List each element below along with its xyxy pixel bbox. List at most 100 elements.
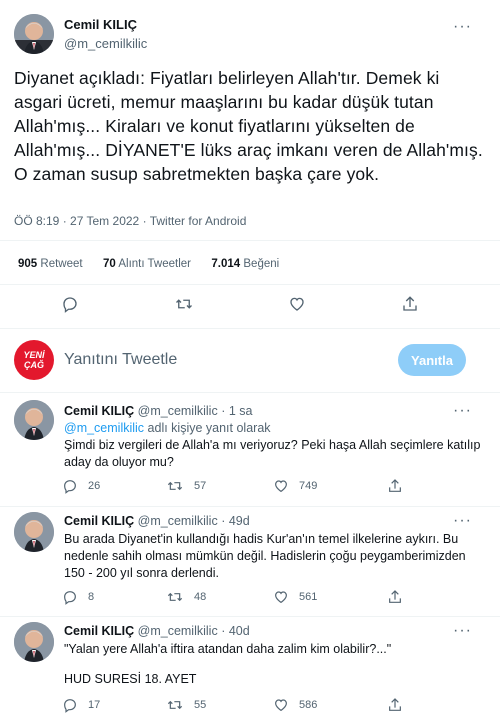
tweet-date[interactable]: 27 Tem 2022 bbox=[70, 214, 139, 228]
heart-icon bbox=[290, 297, 304, 311]
retweet-count: 48 bbox=[194, 591, 207, 603]
reply-count: 17 bbox=[88, 699, 101, 711]
retweet-icon bbox=[167, 592, 183, 602]
author-handle[interactable]: @m_cemilkilic bbox=[64, 36, 147, 51]
reply-author-handle[interactable]: @m_cemilkilic bbox=[138, 514, 218, 528]
reply-action-reply[interactable]: 26 bbox=[62, 478, 100, 494]
reply-action-reply[interactable]: 8 bbox=[62, 589, 94, 605]
divider bbox=[0, 616, 500, 617]
retweet-count: 905 bbox=[18, 258, 38, 270]
more-options-icon[interactable]: ··· bbox=[453, 403, 472, 419]
reply-text-verse: HUD SURESİ 18. AYET bbox=[64, 672, 197, 686]
reply-header: Cemil KILIÇ @m_cemilkilic · 40d bbox=[64, 624, 250, 638]
reply-input[interactable]: Yanıtını Tweetle bbox=[64, 351, 384, 369]
share-button[interactable] bbox=[398, 292, 422, 316]
reply-header: Cemil KILIÇ @m_cemilkilic · 49d bbox=[64, 514, 250, 528]
reply-button[interactable] bbox=[58, 292, 82, 316]
reply-action-like[interactable]: 561 bbox=[273, 589, 317, 605]
reply-text: Şimdi biz vergileri de Allah'a mı veriyo… bbox=[64, 438, 481, 469]
reply-author-handle[interactable]: @m_cemilkilic bbox=[138, 624, 218, 638]
divider bbox=[0, 284, 500, 285]
reply-time[interactable]: 40d bbox=[229, 624, 250, 638]
heart-icon bbox=[275, 699, 287, 712]
reply-count: 8 bbox=[88, 591, 95, 603]
retweet-count: 57 bbox=[194, 480, 207, 492]
reply-text: "Yalan yere Allah'a iftira atandan daha … bbox=[64, 642, 392, 656]
reply-time[interactable]: 49d bbox=[229, 514, 250, 528]
tweet-time[interactable]: ÖÖ 8:19 bbox=[14, 214, 59, 228]
reply-action-share[interactable] bbox=[386, 589, 404, 605]
reply-action-share[interactable] bbox=[386, 478, 404, 494]
tweet-stats: 905 Retweet 70 Alıntı Tweetler 7.014 Beğ… bbox=[18, 258, 279, 270]
retweet-icon bbox=[167, 481, 183, 491]
reply-avatar[interactable] bbox=[14, 400, 54, 440]
retweet-icon bbox=[176, 299, 192, 309]
share-icon bbox=[389, 590, 401, 603]
reply-action-reply[interactable]: 17 bbox=[62, 697, 100, 713]
avatar-logo-text: ÇAĞ bbox=[24, 359, 44, 370]
retweet-button[interactable] bbox=[172, 292, 196, 316]
share-icon bbox=[403, 296, 417, 311]
tweet-meta: ÖÖ 8:19 · 27 Tem 2022 · Twitter for Andr… bbox=[14, 214, 246, 228]
reply-time[interactable]: 1 sa bbox=[229, 404, 253, 418]
like-button[interactable] bbox=[285, 292, 309, 316]
reply-icon bbox=[64, 699, 76, 713]
more-options-icon[interactable]: ··· bbox=[453, 513, 472, 529]
author-avatar[interactable] bbox=[14, 14, 54, 54]
share-icon bbox=[389, 698, 401, 711]
tweet-source[interactable]: Twitter for Android bbox=[150, 214, 247, 228]
separator: · bbox=[142, 214, 147, 228]
separator: · bbox=[221, 514, 226, 528]
like-count-link[interactable]: 7.014 Beğeni bbox=[211, 258, 279, 270]
avatar-photo bbox=[14, 512, 54, 552]
share-icon bbox=[389, 479, 401, 492]
avatar-photo bbox=[14, 622, 54, 662]
more-options-icon[interactable]: ··· bbox=[453, 19, 472, 35]
like-label: Beğeni bbox=[243, 258, 280, 270]
retweet-icon bbox=[167, 700, 183, 710]
divider bbox=[0, 328, 500, 329]
avatar-logo-text: YENİ bbox=[23, 349, 45, 360]
reply-action-retweet[interactable]: 55 bbox=[166, 697, 206, 713]
more-options-icon[interactable]: ··· bbox=[453, 623, 472, 639]
like-count: 586 bbox=[299, 699, 318, 711]
reply-text: Bu arada Diyanet'in kullandığı hadis Kur… bbox=[64, 532, 466, 580]
reply-action-like[interactable]: 749 bbox=[273, 478, 317, 494]
quote-count: 70 bbox=[102, 258, 116, 270]
retweet-count-link[interactable]: 905 Retweet bbox=[18, 258, 83, 270]
replying-to-link[interactable]: @m_cemilkilic bbox=[64, 421, 144, 435]
quote-count-link[interactable]: 70 Alıntı Tweetler bbox=[103, 258, 191, 270]
quote-label: Alıntı Tweetler bbox=[118, 258, 191, 270]
separator: · bbox=[221, 404, 226, 418]
reply-action-share[interactable] bbox=[386, 697, 404, 713]
reply-icon bbox=[63, 297, 77, 313]
reply-author-name[interactable]: Cemil KILIÇ bbox=[64, 404, 134, 418]
heart-icon bbox=[275, 480, 287, 493]
reply-action-like[interactable]: 586 bbox=[273, 697, 317, 713]
like-count: 561 bbox=[299, 591, 318, 603]
separator: · bbox=[221, 624, 226, 638]
avatar-photo bbox=[14, 400, 54, 440]
reply-avatar[interactable] bbox=[14, 512, 54, 552]
replying-to: @m_cemilkilic adlı kişiye yanıt olarak bbox=[64, 421, 271, 435]
reply-action-retweet[interactable]: 48 bbox=[166, 589, 206, 605]
reply-header: Cemil KILIÇ @m_cemilkilic · 1 sa bbox=[64, 404, 252, 418]
reply-author-handle[interactable]: @m_cemilkilic bbox=[138, 404, 218, 418]
reply-icon bbox=[64, 480, 76, 494]
reply-author-name[interactable]: Cemil KILIÇ bbox=[64, 514, 134, 528]
tweet-text: Diyanet açıkladı: Fiyatları belirleyen A… bbox=[14, 68, 483, 184]
like-count: 749 bbox=[299, 480, 318, 492]
divider bbox=[0, 240, 500, 241]
author-name[interactable]: Cemil KILIÇ bbox=[64, 17, 137, 32]
reply-action-retweet[interactable]: 57 bbox=[166, 478, 206, 494]
current-user-avatar[interactable]: YENİ ÇAĞ bbox=[14, 340, 54, 380]
heart-icon bbox=[275, 591, 287, 604]
reply-count: 26 bbox=[88, 480, 101, 492]
reply-avatar[interactable] bbox=[14, 622, 54, 662]
divider bbox=[0, 506, 500, 507]
reply-author-name[interactable]: Cemil KILIÇ bbox=[64, 624, 134, 638]
like-count: 7.014 bbox=[211, 258, 241, 270]
reply-submit-button[interactable]: Yanıtla bbox=[398, 344, 466, 376]
separator: · bbox=[62, 214, 67, 228]
divider bbox=[0, 392, 500, 393]
